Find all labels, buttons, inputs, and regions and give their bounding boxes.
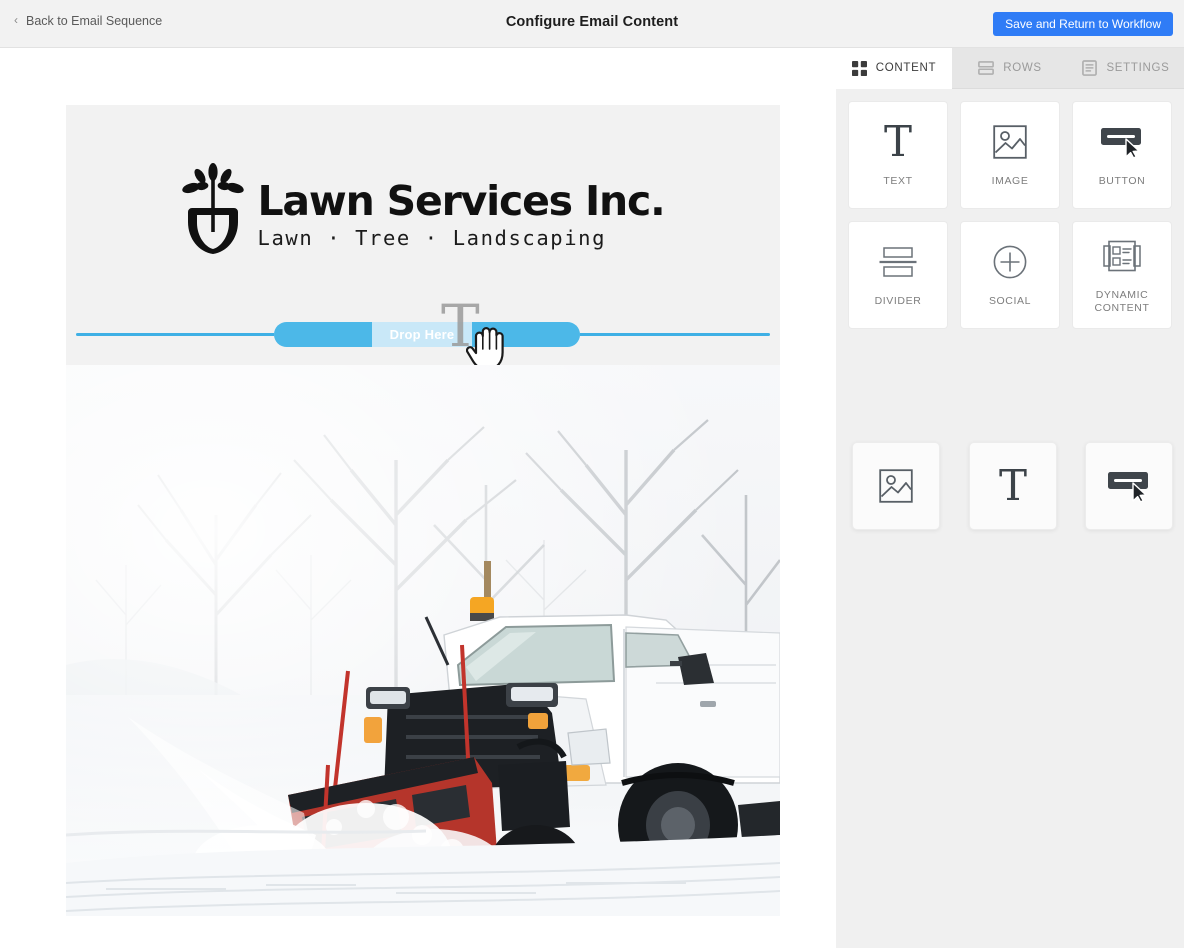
panel-tabbar: CONTENT ROWS SETTINGS [836, 48, 1184, 89]
tile-text-label: TEXT [883, 175, 913, 188]
dynamic-content-icon [1103, 240, 1141, 272]
picture-icon [879, 469, 913, 503]
plant-shovel-logo-icon [181, 162, 244, 254]
rows-layout-icon [978, 61, 995, 75]
tab-settings[interactable]: SETTINGS [1068, 48, 1184, 89]
picture-icon [993, 125, 1027, 160]
tile-divider-label: DIVIDER [874, 295, 922, 308]
tab-rows-label: ROWS [1003, 62, 1042, 74]
drag-preview-button[interactable] [1085, 442, 1173, 530]
snowplow-truck-photo [66, 365, 780, 916]
tile-social[interactable]: SOCIAL [960, 221, 1060, 329]
email-canvas[interactable]: Lawn Services Inc. Lawn · Tree · Landsca… [66, 105, 780, 916]
email-logo-block[interactable]: Lawn Services Inc. Lawn · Tree · Landsca… [66, 105, 780, 310]
tile-divider[interactable]: DIVIDER [848, 221, 948, 329]
button-cursor-icon [1101, 128, 1141, 159]
grid-squares-icon [851, 60, 867, 76]
document-lines-icon [1082, 60, 1098, 76]
drag-preview-text[interactable]: T [969, 442, 1057, 530]
tab-rows[interactable]: ROWS [952, 48, 1068, 89]
tile-dynamic-content[interactable]: DYNAMIC CONTENT [1072, 221, 1172, 329]
tile-image-label: IMAGE [991, 175, 1029, 188]
drop-indicator-fill-left [274, 322, 372, 347]
content-block-tiles: T TEXT IMAGE BUTTON DIVIDER SOCIAL DYNAM… [848, 101, 1172, 329]
top-header-bar: ‹ Back to Email Sequence Configure Email… [0, 0, 1184, 48]
tile-dynamic-content-label: DYNAMIC CONTENT [1094, 288, 1150, 314]
tab-settings-label: SETTINGS [1106, 62, 1170, 74]
drag-preview-tiles: T [848, 442, 1173, 530]
content-side-panel: CONTENT ROWS SETTINGS T TEXT IMAGE BUTTO… [836, 48, 1184, 948]
tile-social-label: SOCIAL [988, 295, 1032, 308]
tile-button-label: BUTTON [1098, 175, 1146, 188]
tile-image[interactable]: IMAGE [960, 101, 1060, 209]
button-cursor-icon [1108, 472, 1148, 502]
email-editor-area: Lawn Services Inc. Lawn · Tree · Landsca… [0, 48, 836, 948]
divider-icon [879, 247, 917, 278]
serif-t-icon: T [998, 461, 1027, 510]
email-image-block[interactable] [66, 365, 780, 916]
tile-text[interactable]: T TEXT [848, 101, 948, 209]
tab-content[interactable]: CONTENT [836, 48, 952, 89]
plus-circle-icon [993, 246, 1027, 279]
logo-company-name: Lawn Services Inc. [257, 176, 666, 225]
logo-tagline: Lawn · Tree · Landscaping [257, 225, 607, 250]
drop-indicator-row[interactable]: Drop Here T [66, 297, 780, 371]
drag-preview-image[interactable] [852, 442, 940, 530]
tile-button[interactable]: BUTTON [1072, 101, 1172, 209]
tab-content-label: CONTENT [875, 62, 937, 74]
serif-t-icon: T [883, 117, 912, 167]
save-and-return-button[interactable]: Save and Return to Workflow [993, 12, 1173, 36]
